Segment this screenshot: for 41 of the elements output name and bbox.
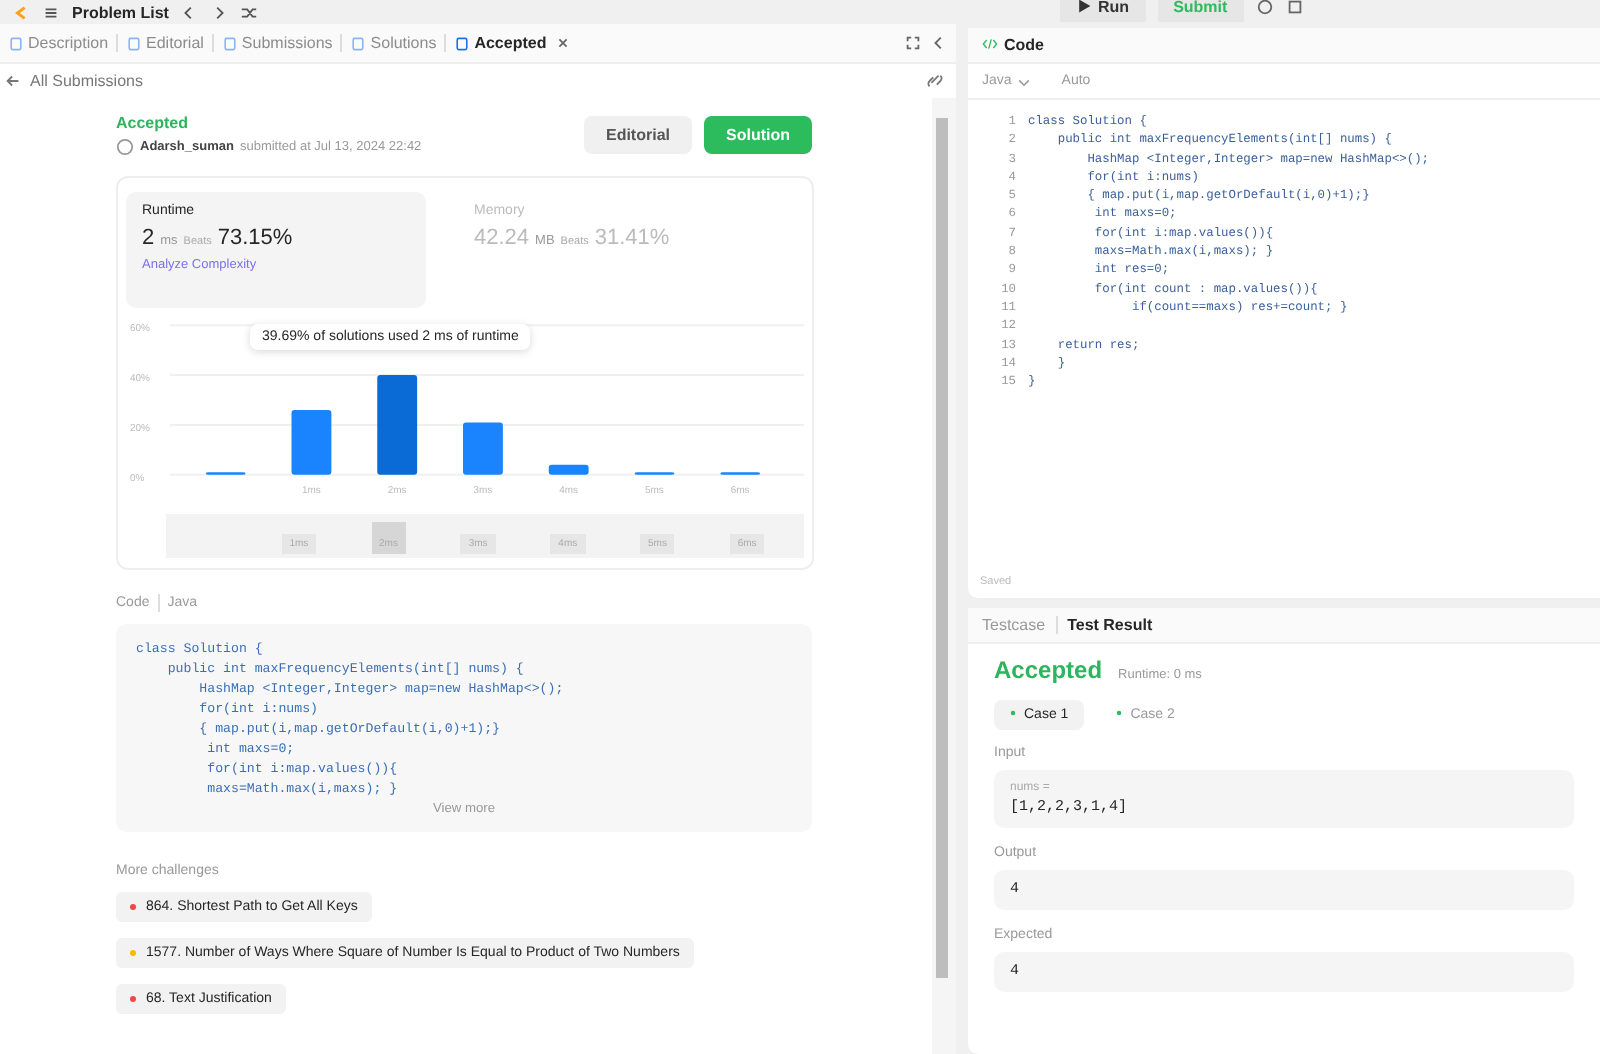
status-dot-icon bbox=[1116, 710, 1123, 716]
link-icon[interactable] bbox=[926, 72, 944, 90]
tab-icon bbox=[8, 35, 24, 51]
editorial-button[interactable]: Editorial bbox=[583, 116, 692, 154]
code-icon bbox=[982, 36, 998, 52]
back-arrow-icon[interactable] bbox=[4, 72, 22, 90]
panel-tab[interactable]: Accepted bbox=[454, 34, 547, 52]
chart-bar[interactable] bbox=[548, 464, 589, 475]
panel-tab[interactable]: Editorial bbox=[126, 34, 204, 52]
runtime-value: 2 bbox=[142, 226, 155, 250]
runtime-beats: 73.15% bbox=[217, 226, 293, 250]
panel-tab[interactable]: Solutions bbox=[350, 34, 437, 52]
problem-list-link[interactable]: Problem List bbox=[72, 3, 169, 21]
submission-status: Accepted bbox=[116, 114, 191, 132]
panel-tab[interactable]: Description bbox=[8, 34, 109, 52]
back-link[interactable]: All Submissions bbox=[30, 72, 143, 90]
panel-tab[interactable]: Submissions bbox=[221, 34, 333, 52]
note-icon[interactable] bbox=[1285, 0, 1304, 15]
result-tab[interactable]: Test Result bbox=[1067, 616, 1153, 634]
run-button[interactable]: Run bbox=[1060, 0, 1146, 21]
shuffle-icon[interactable] bbox=[240, 3, 259, 21]
result-tab[interactable]: Testcase bbox=[982, 616, 1046, 634]
play-icon bbox=[1076, 0, 1092, 13]
memory-value: 42.24 bbox=[474, 226, 530, 250]
list-icon[interactable] bbox=[42, 3, 60, 21]
tab-icon bbox=[126, 35, 143, 51]
tab-icon bbox=[454, 35, 471, 51]
chart-bar[interactable] bbox=[377, 375, 418, 475]
memory-beats: 31.41% bbox=[594, 226, 670, 250]
chart-bar[interactable] bbox=[291, 410, 332, 475]
avatar-icon bbox=[116, 138, 134, 156]
alarm-icon[interactable] bbox=[1255, 0, 1274, 15]
tab-icon bbox=[350, 35, 367, 51]
code-tab[interactable]: Code bbox=[982, 36, 1044, 54]
fullscreen-icon[interactable] bbox=[904, 34, 922, 52]
submit-button[interactable]: Submit bbox=[1157, 0, 1244, 21]
status-dot-icon bbox=[1010, 710, 1016, 716]
tab-icon bbox=[221, 35, 238, 51]
solution-button[interactable]: Solution bbox=[704, 116, 812, 154]
result-status: Accepted bbox=[994, 656, 1103, 684]
close-icon[interactable] bbox=[554, 34, 573, 52]
